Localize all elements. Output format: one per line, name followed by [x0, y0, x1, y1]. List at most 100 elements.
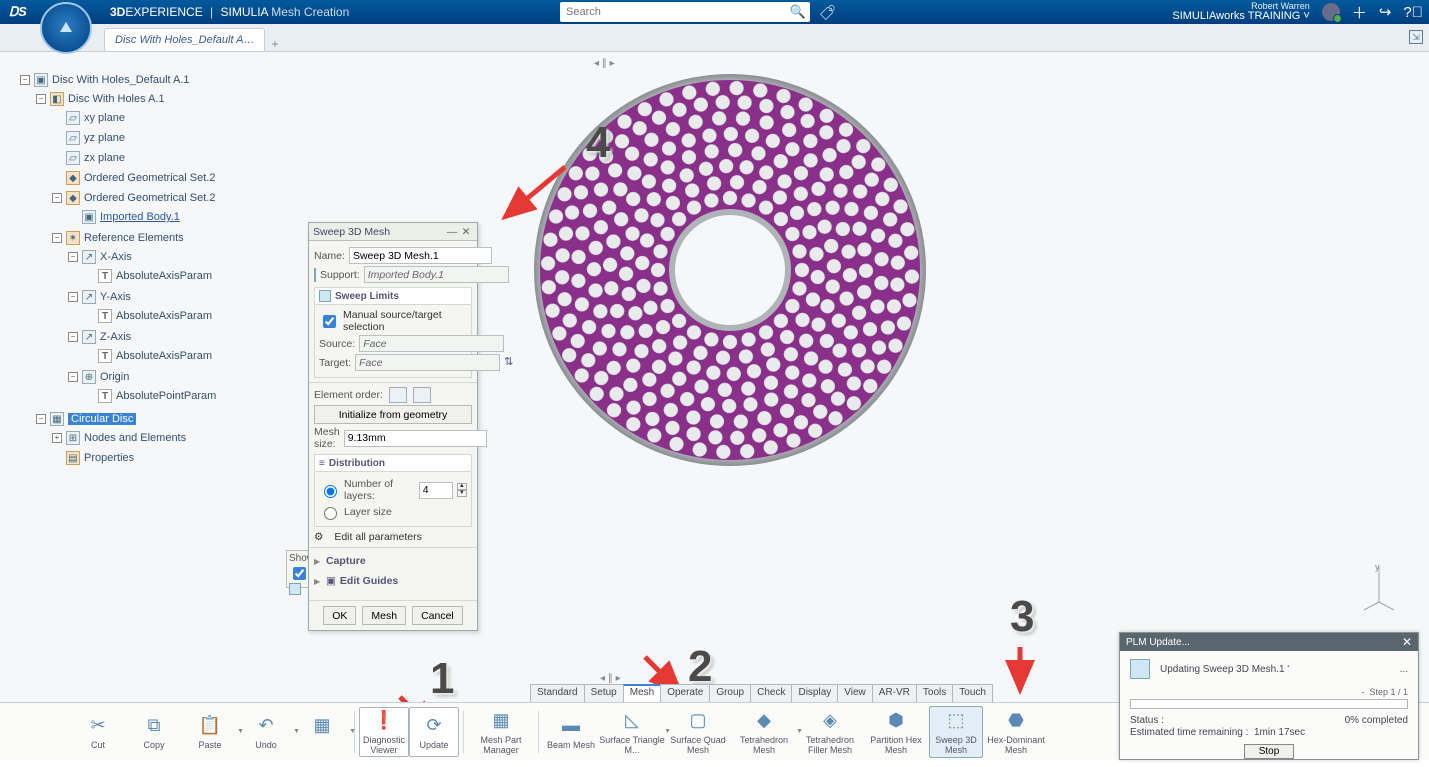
hex-dominant-mesh-button[interactable]: ⬣Hex-Dominant Mesh	[983, 706, 1049, 758]
stop-button[interactable]: Stop	[1244, 744, 1295, 759]
new-tab-button[interactable]: +	[271, 37, 278, 51]
tree-toggle[interactable]: −	[36, 414, 46, 424]
eta-value: 1min 17sec	[1254, 727, 1305, 738]
tree-item[interactable]: Imported Body.1	[100, 211, 180, 223]
tab-operate[interactable]: Operate	[660, 684, 710, 702]
tree-item-selected[interactable]: Circular Disc	[68, 413, 136, 425]
tab-check[interactable]: Check	[750, 684, 792, 702]
user-block[interactable]: Robert Warren SIMULIAworks TRAINING ˅	[1172, 2, 1309, 22]
tree-toggle[interactable]: −	[68, 252, 78, 262]
help-icon[interactable]: ?⃝	[1403, 4, 1423, 21]
search-box[interactable]: 🔍	[560, 2, 810, 22]
tab-arvr[interactable]: AR-VR	[872, 684, 917, 702]
quad-mesh-icon: ▢	[684, 708, 712, 734]
avatar[interactable]	[1322, 3, 1340, 21]
tree-toggle[interactable]: −	[68, 292, 78, 302]
diagnostic-viewer-button[interactable]: ❗Diagnostic Viewer	[359, 707, 409, 757]
tree-item[interactable]: xy plane	[84, 112, 125, 124]
paste-button[interactable]: 📋Paste▼	[182, 706, 238, 758]
bottom-splitter-handle[interactable]: ◂ ∥ ▸	[600, 673, 621, 684]
tree-item[interactable]: Y-Axis	[100, 291, 131, 303]
axis-y-label: y	[1375, 562, 1380, 572]
progress-bar	[1130, 699, 1408, 709]
partition-hex-mesh-button[interactable]: ⬢Partition Hex Mesh	[863, 706, 929, 758]
plm-titlebar[interactable]: PLM Update... ✕	[1120, 633, 1418, 651]
cut-button[interactable]: ✂Cut	[70, 706, 126, 758]
tree-item[interactable]: Origin	[100, 371, 129, 383]
close-icon[interactable]: ✕	[1402, 635, 1412, 649]
tab-display[interactable]: Display	[791, 684, 838, 702]
surface-triangle-mesh-button[interactable]: ◺Surface Triangle M...▼	[599, 706, 665, 758]
tree-item[interactable]: Reference Elements	[84, 232, 184, 244]
tree-item[interactable]: zx plane	[84, 152, 125, 164]
show-checkbox[interactable]	[293, 567, 306, 580]
tab-standard[interactable]: Standard	[530, 684, 585, 702]
workspace: ◂ ∥ ▸ −▣Disc With Holes_Default A.1 −◧Di…	[0, 52, 1429, 702]
update-button[interactable]: ⟳Update	[409, 707, 459, 757]
beam-mesh-button[interactable]: ▬Beam Mesh	[543, 706, 599, 758]
tree-toggle[interactable]: −	[52, 233, 62, 243]
tree-item[interactable]: AbsoluteAxisParam	[116, 310, 212, 322]
tree-item[interactable]: AbsoluteAxisParam	[116, 270, 212, 282]
search-input[interactable]	[564, 5, 790, 19]
tree-item[interactable]: yz plane	[84, 132, 125, 144]
update-icon	[1130, 659, 1150, 679]
hex-icon: ⬢	[882, 708, 910, 734]
compass-icon[interactable]	[40, 2, 92, 54]
context-button[interactable]: ▦ ▼	[294, 706, 350, 758]
sweep-icon: ⬚	[942, 708, 970, 734]
sweep-3d-mesh-button[interactable]: ⬚Sweep 3D Mesh	[929, 706, 983, 758]
refresh-icon: ⟳	[420, 713, 448, 739]
plm-message: Updating Sweep 3D Mesh.1 '	[1160, 664, 1289, 675]
tree-item[interactable]: Ordered Geometrical Set.2	[84, 192, 215, 204]
param-icon: T	[98, 349, 112, 363]
tab-touch[interactable]: Touch	[952, 684, 993, 702]
tree-item[interactable]: Properties	[84, 452, 134, 464]
tree-toggle[interactable]: +	[52, 433, 62, 443]
tree-item[interactable]: Z-Axis	[100, 331, 131, 343]
tree-toggle[interactable]: −	[52, 193, 62, 203]
mesh-part-manager-button[interactable]: ▦Mesh Part Manager	[468, 706, 534, 758]
param-icon: T	[98, 269, 112, 283]
plm-step: Step 1 / 1	[1369, 687, 1408, 697]
copy-button[interactable]: ⧉Copy	[126, 706, 182, 758]
warning-icon: ❗	[370, 708, 398, 734]
tree-toggle[interactable]: −	[68, 332, 78, 342]
tab-group[interactable]: Group	[709, 684, 751, 702]
tab-mesh[interactable]: Mesh	[623, 684, 661, 702]
ds-logo-icon: ᎠS	[6, 2, 30, 22]
tree-item[interactable]: Nodes and Elements	[84, 432, 186, 444]
tag-icon[interactable]: 🏷	[818, 4, 835, 22]
hexdom-icon: ⬣	[1002, 708, 1030, 734]
document-tab[interactable]: Disc With Holes_Default A…	[104, 28, 265, 51]
tab-setup[interactable]: Setup	[584, 684, 624, 702]
axis-icon: ↗	[82, 330, 96, 344]
tetrahedron-filler-mesh-button[interactable]: ◈Tetrahedron Filler Mesh	[797, 706, 863, 758]
search-icon[interactable]: 🔍	[790, 4, 806, 20]
status-value: 0% completed	[1345, 715, 1408, 726]
tree-toggle[interactable]: −	[68, 372, 78, 382]
tetra-filler-icon: ◈	[816, 708, 844, 734]
tree-item[interactable]: AbsolutePointParam	[116, 390, 216, 402]
tab-tools[interactable]: Tools	[916, 684, 953, 702]
tree-item[interactable]: Disc With Holes A.1	[68, 93, 165, 105]
restore-window-icon[interactable]: ⇲	[1409, 30, 1423, 44]
tree-toggle[interactable]: −	[36, 94, 46, 104]
nodes-icon: ⊞	[66, 431, 80, 445]
add-icon[interactable]: ＋	[1352, 2, 1367, 23]
tree-root[interactable]: Disc With Holes_Default A.1	[52, 74, 190, 86]
tree-item[interactable]: Ordered Geometrical Set.2	[84, 172, 215, 184]
undo-button[interactable]: ↶Undo▼	[238, 706, 294, 758]
surface-quad-mesh-button[interactable]: ▢Surface Quad Mesh	[665, 706, 731, 758]
tetrahedron-mesh-button[interactable]: ◆Tetrahedron Mesh▼	[731, 706, 797, 758]
tree-item[interactable]: AbsoluteAxisParam	[116, 350, 212, 362]
axis-triad-icon[interactable]: y	[1359, 562, 1399, 612]
scissors-icon: ✂	[84, 713, 112, 739]
axis-icon: ↗	[82, 290, 96, 304]
eta-label: Estimated time remaining :	[1130, 727, 1248, 738]
3d-viewport[interactable]: y	[310, 52, 1429, 702]
tree-item[interactable]: X-Axis	[100, 251, 132, 263]
tree-toggle[interactable]: −	[20, 75, 30, 85]
share-icon[interactable]: ↪	[1379, 3, 1392, 21]
tab-view[interactable]: View	[837, 684, 873, 702]
